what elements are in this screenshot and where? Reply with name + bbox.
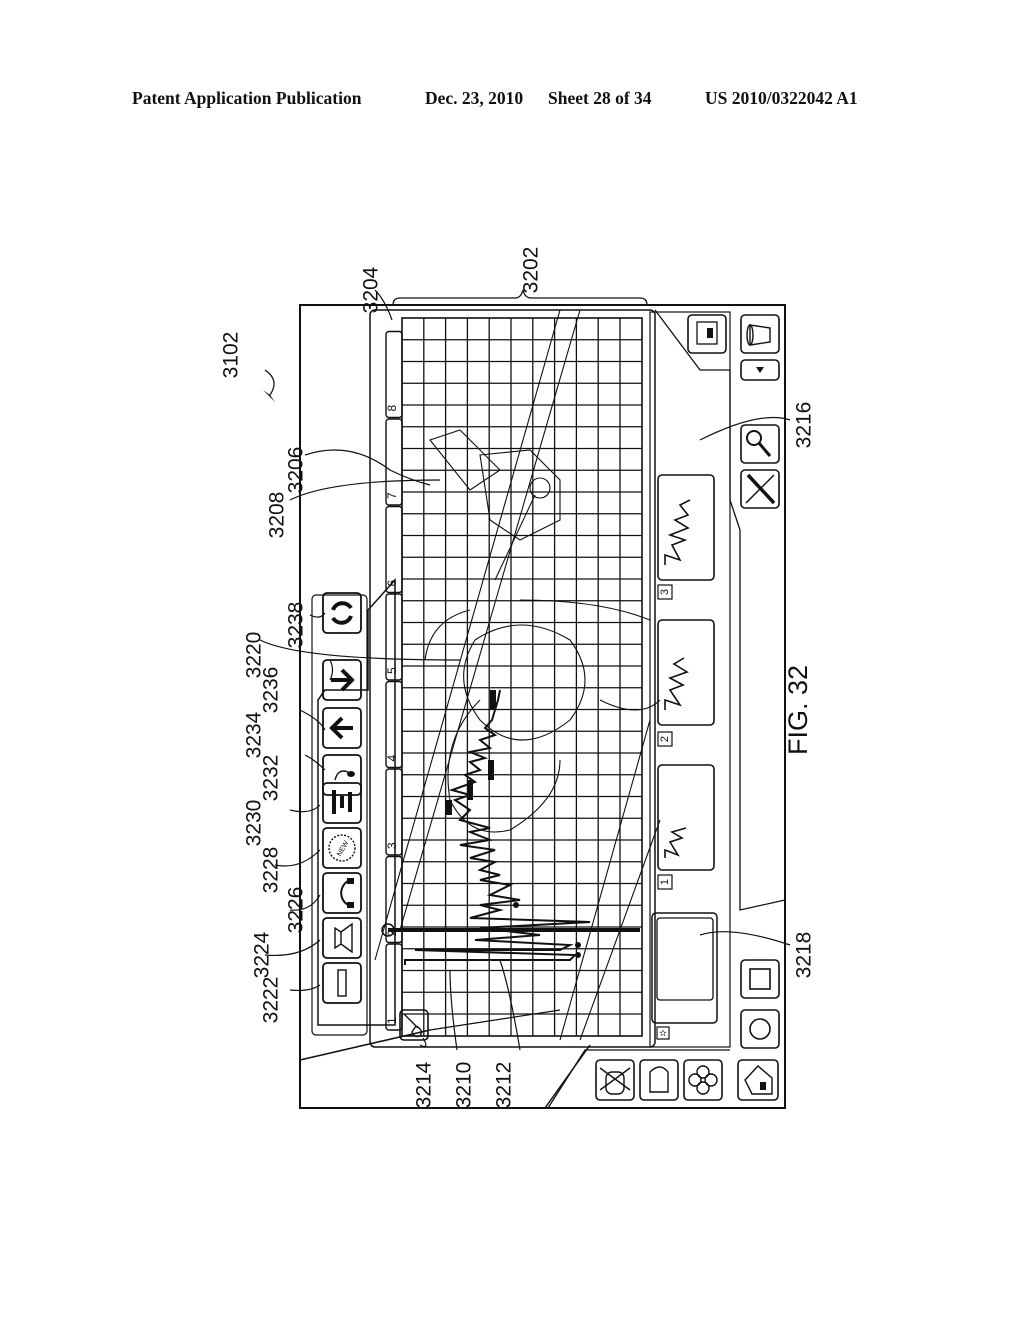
ref-3232: 3232: [260, 755, 283, 802]
right-panel-edge: [654, 309, 786, 911]
timeline-tab-4[interactable]: 4: [385, 680, 403, 769]
tab-number: 6: [385, 580, 399, 587]
ref-3226: 3226: [285, 887, 308, 934]
ref-3212: 3212: [493, 1062, 516, 1109]
ref-3102: 3102: [220, 332, 243, 379]
toolbar-button-headphones[interactable]: [322, 872, 362, 914]
music-note-icon: [334, 770, 355, 781]
timeline-tab-8[interactable]: 8: [385, 330, 403, 419]
tab-number: 8: [385, 405, 399, 412]
drum-button[interactable]: [595, 1059, 635, 1101]
bell-icon: [649, 1066, 669, 1093]
arrowhead: [263, 390, 275, 402]
tools-icon: [745, 473, 776, 505]
tab-number: 4: [385, 755, 399, 762]
ref-3218: 3218: [793, 932, 816, 979]
magnifier-icon: [746, 430, 762, 446]
ref-3236: 3236: [260, 667, 283, 714]
circle-button[interactable]: [740, 1009, 780, 1049]
slider-icon: [337, 969, 347, 997]
house-icon: [744, 1065, 773, 1095]
thumbnail-index: 2: [659, 736, 671, 742]
timeline-tab-3[interactable]: 3: [385, 768, 403, 856]
cup-button[interactable]: [740, 314, 780, 354]
toolbar-button-new[interactable]: NEW: [322, 827, 362, 869]
toolbar-button-speaker[interactable]: [322, 917, 362, 959]
square-icon: [749, 968, 771, 990]
timeline-tab-7[interactable]: 7: [385, 418, 403, 506]
arrow-forward-icon: [331, 668, 355, 692]
ref-3202: 3202: [520, 247, 543, 294]
thumbnail-waveform: [664, 499, 691, 565]
dropdown-button[interactable]: [740, 359, 780, 381]
ref-3204: 3204: [360, 266, 383, 313]
flower-button[interactable]: [683, 1059, 723, 1101]
thumbnail-waveform: [664, 827, 687, 858]
reference-labels: 31023204 32023206320832383220323632343232…: [220, 247, 816, 1109]
arrow-back-icon: [329, 716, 353, 740]
thumbnail-3[interactable]: 3: [657, 474, 715, 600]
toolbar-button-refresh[interactable]: [322, 592, 362, 634]
drum-icon: [599, 1067, 631, 1095]
star-icon: ✫: [659, 1028, 667, 1038]
tab-number: 5: [385, 667, 399, 674]
ref-3206: 3206: [285, 447, 308, 494]
thumbnail-waveform: [664, 657, 689, 710]
bell-button[interactable]: [639, 1059, 679, 1101]
ref-3234: 3234: [243, 711, 266, 758]
ref-3230: 3230: [243, 800, 266, 847]
thumbnail-index: 1: [659, 879, 671, 885]
ref-3222: 3222: [260, 977, 283, 1024]
circle-icon: [749, 1018, 771, 1040]
search-button[interactable]: [740, 424, 780, 464]
thumbnail-1[interactable]: 1: [657, 764, 715, 890]
levels-icon: [332, 790, 352, 814]
home-button[interactable]: [737, 1059, 779, 1101]
monitor-button[interactable]: [687, 314, 727, 354]
timeline-tabs: 12345678: [385, 330, 403, 1031]
thumbnail-column: [649, 311, 731, 1048]
timeline-tab-6[interactable]: 6: [385, 505, 403, 594]
toolbar-button-back[interactable]: [322, 707, 362, 749]
square-button[interactable]: [740, 959, 780, 999]
speaker-icon: [334, 922, 353, 954]
ref-3238: 3238: [285, 602, 308, 649]
refresh-icon: [331, 601, 353, 625]
figure-32: NEW 1 2 3 4 5 6 7 8 3 2 1 ✫ 31023204 3202320632…: [220, 247, 816, 1109]
toolbar-button-slider[interactable]: [322, 962, 362, 1004]
flower-icon: [688, 1065, 718, 1095]
ref-3208: 3208: [266, 492, 289, 539]
tab-number: 7: [385, 492, 399, 499]
ref-3214: 3214: [413, 1061, 436, 1108]
figure-label: FIG. 32: [783, 665, 813, 755]
tools-button[interactable]: [740, 469, 780, 509]
toolbar-button-note[interactable]: [322, 754, 362, 796]
waveform-markers: [446, 690, 581, 958]
toolbar-button-levels[interactable]: [322, 782, 362, 824]
ref-3224: 3224: [251, 931, 274, 978]
device-frame: [299, 304, 786, 1109]
timeline-tab-5[interactable]: 5: [385, 593, 403, 681]
thumbnail-index: 3: [659, 589, 671, 595]
perspective-line: [429, 1009, 561, 1031]
ref-3228: 3228: [260, 847, 283, 894]
tab-number: 1: [385, 1017, 399, 1024]
tab-number: 3: [385, 842, 399, 849]
dropdown-icon: [756, 367, 764, 373]
ref-3216: 3216: [793, 402, 816, 449]
ref-3210: 3210: [453, 1062, 476, 1109]
preview-pane[interactable]: ✫: [651, 912, 718, 1040]
toolbar-button-forward[interactable]: [322, 659, 362, 701]
new-badge-text: NEW: [336, 840, 350, 858]
thumbnail-2[interactable]: 2: [657, 619, 715, 747]
